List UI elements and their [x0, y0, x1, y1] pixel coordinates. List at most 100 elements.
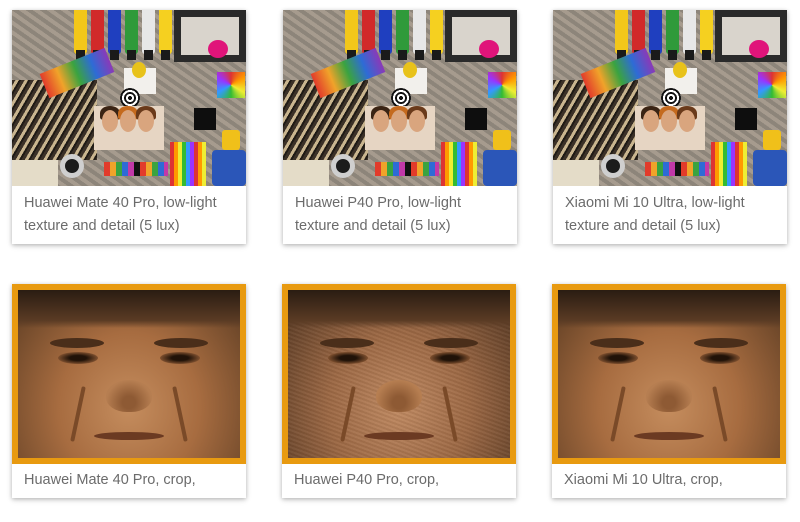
collage-cream: [283, 160, 329, 186]
collage-stripes: [441, 142, 477, 186]
collage-tube: [413, 10, 426, 54]
collage-target: [120, 88, 140, 108]
collage-cap: [161, 50, 170, 60]
collage-cap: [651, 50, 660, 60]
collage-tube: [396, 10, 409, 54]
collage-tube: [159, 10, 172, 54]
collage-crayons: [375, 162, 439, 176]
collage-cap: [685, 50, 694, 60]
collage-blue: [212, 150, 246, 186]
collage-cap: [381, 50, 390, 60]
face-hat-shadow: [288, 290, 510, 328]
collage-cap: [432, 50, 441, 60]
collage-tube: [362, 10, 375, 54]
collage-lemon: [673, 62, 687, 78]
collage-cap: [702, 50, 711, 60]
collage-cap: [668, 50, 677, 60]
collage-tube: [615, 10, 628, 54]
collage-image[interactable]: [12, 10, 246, 186]
collage-tube: [379, 10, 392, 54]
collage-blue: [753, 150, 787, 186]
collage-blue: [483, 150, 517, 186]
collage-cap: [127, 50, 136, 60]
collage-tube: [649, 10, 662, 54]
face-right-eye: [160, 352, 200, 364]
collage-pink: [479, 40, 499, 58]
collage-tape: [601, 154, 625, 178]
face-crop-image[interactable]: [282, 284, 516, 464]
gallery-card-p40-crop[interactable]: Huawei P40 Pro, crop,: [282, 284, 516, 498]
face-crop-image[interactable]: [552, 284, 786, 464]
card-caption: Huawei Mate 40 Pro, crop,: [24, 472, 196, 488]
card-caption: Xiaomi Mi 10 Ultra, low-light texture an…: [565, 195, 745, 234]
card-caption: Huawei P40 Pro, low-light texture and de…: [295, 195, 462, 234]
face-nose: [106, 380, 152, 412]
collage-target: [391, 88, 411, 108]
face-right-brow: [154, 338, 208, 348]
face-left-eye: [328, 352, 368, 364]
collage-face: [391, 110, 407, 132]
collage-face: [373, 110, 389, 132]
face-right-eye: [700, 352, 740, 364]
gallery-card-mi10ultra-crop[interactable]: Xiaomi Mi 10 Ultra, crop,: [552, 284, 786, 498]
face-crop-image[interactable]: [12, 284, 246, 464]
collage-tube: [142, 10, 155, 54]
collage-chart: [217, 72, 245, 98]
collage-face: [120, 110, 136, 132]
collage-crayons: [645, 162, 709, 176]
collage-tube: [125, 10, 138, 54]
collage-yellow: [222, 130, 240, 150]
collage-face: [138, 110, 154, 132]
collage-stripes: [170, 142, 206, 186]
collage-yellow: [493, 130, 511, 150]
collage-tube: [430, 10, 443, 54]
collage-face: [102, 110, 118, 132]
collage-target: [661, 88, 681, 108]
face-left-brow: [50, 338, 104, 348]
collage-tube: [666, 10, 679, 54]
collage-pink: [749, 40, 769, 58]
collage-tube: [700, 10, 713, 54]
collage-cap: [398, 50, 407, 60]
collage-tape: [60, 154, 84, 178]
gallery-card-mi10ultra-lowlight[interactable]: Xiaomi Mi 10 Ultra, low-light texture an…: [553, 10, 787, 244]
collage-chart: [488, 72, 516, 98]
collage-face: [643, 110, 659, 132]
collage-pink: [208, 40, 228, 58]
face-mouth: [94, 432, 164, 440]
collage-image[interactable]: [553, 10, 787, 186]
card-caption: Huawei P40 Pro, crop,: [294, 472, 440, 488]
gallery-card-mate40-crop[interactable]: Huawei Mate 40 Pro, crop,: [12, 284, 246, 498]
collage-black: [735, 108, 757, 130]
collage-lemon: [132, 62, 146, 78]
collage-tube: [683, 10, 696, 54]
face-left-eye: [598, 352, 638, 364]
collage-face: [409, 110, 425, 132]
collage-cream: [12, 160, 58, 186]
face-left-brow: [590, 338, 644, 348]
collage-cap: [144, 50, 153, 60]
gallery-card-p40-lowlight[interactable]: Huawei P40 Pro, low-light texture and de…: [283, 10, 517, 244]
collage-cap: [415, 50, 424, 60]
collage-black: [465, 108, 487, 130]
collage-stripes: [711, 142, 747, 186]
collage-face: [661, 110, 677, 132]
face-nose: [376, 380, 422, 412]
collage-face: [679, 110, 695, 132]
collage-chart: [758, 72, 786, 98]
collage-tube: [632, 10, 645, 54]
gallery-card-mate40-lowlight[interactable]: Huawei Mate 40 Pro, low-light texture an…: [12, 10, 246, 244]
collage-cap: [110, 50, 119, 60]
collage-image[interactable]: [283, 10, 517, 186]
card-caption: Huawei Mate 40 Pro, low-light texture an…: [24, 195, 217, 234]
collage-tube: [74, 10, 87, 54]
collage-tube: [345, 10, 358, 54]
face-left-brow: [320, 338, 374, 348]
collage-black: [194, 108, 216, 130]
face-mouth: [364, 432, 434, 440]
face-hat-shadow: [558, 290, 780, 328]
face-hat-shadow: [18, 290, 240, 328]
face-right-brow: [424, 338, 478, 348]
face-left-eye: [58, 352, 98, 364]
collage-cream: [553, 160, 599, 186]
